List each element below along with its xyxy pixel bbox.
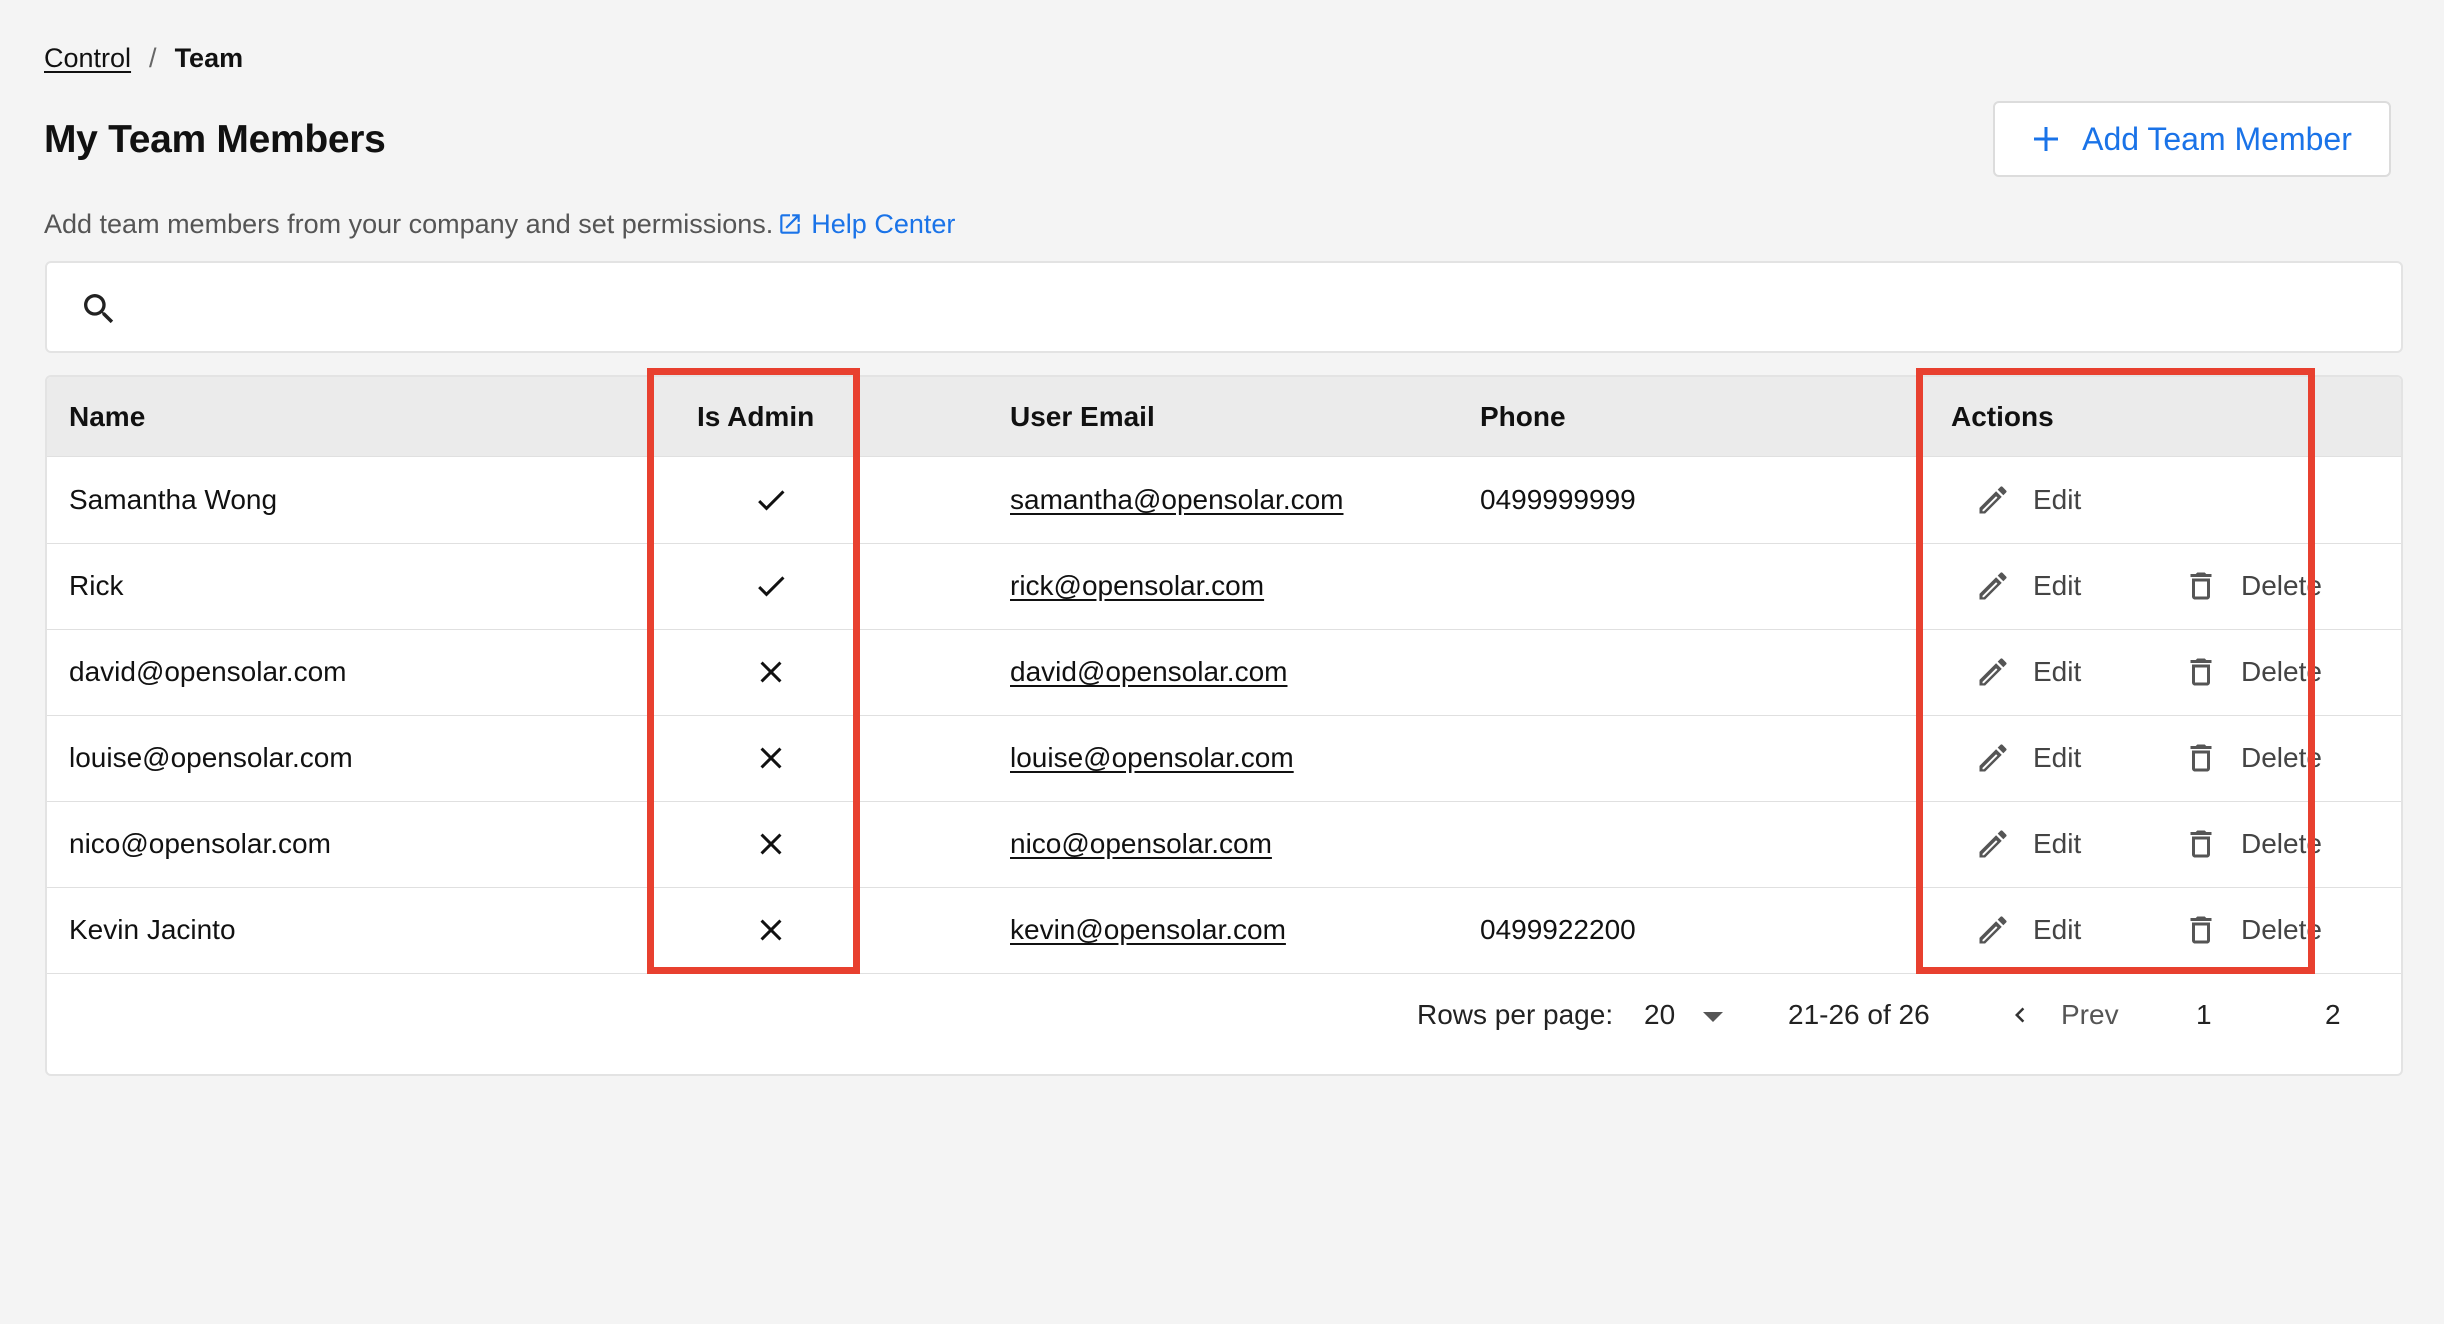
member-name: Rick	[69, 570, 124, 601]
table-row: Samantha Wong samantha@opensolar.com 04999…	[47, 457, 2401, 544]
delete-label: Delete	[2241, 828, 2322, 859]
check-icon	[758, 490, 785, 511]
rows-per-page-label: Rows per page:	[1417, 999, 1614, 1030]
help-center-link[interactable]: Help Center	[777, 206, 955, 242]
pencil-icon	[1979, 744, 2007, 772]
pencil-icon	[1979, 658, 2007, 686]
table-row: nico@opensolar.com nico@opensolar.com Edit…	[47, 801, 2401, 888]
delete-button[interactable]: Delete	[2183, 629, 2322, 715]
page-2-button[interactable]: 2	[2325, 960, 2341, 1070]
plus-icon	[2034, 127, 2059, 151]
table-header: Name Is Admin User Email Phone Actions	[47, 377, 2401, 457]
team-page: Control / Team My Team Members Add Team …	[0, 0, 2444, 1324]
search-icon	[84, 294, 114, 324]
description-text: Add team members from your company and s…	[44, 209, 774, 239]
edit-button[interactable]: Edit	[1975, 457, 2081, 543]
page-1-button[interactable]: 1	[2196, 960, 2212, 1070]
add-team-member-label: Add Team Member	[2082, 120, 2352, 157]
member-name: david@opensolar.com	[69, 656, 347, 687]
search-input[interactable]	[143, 277, 2367, 339]
member-name: louise@opensolar.com	[69, 742, 353, 773]
edit-button[interactable]: Edit	[1975, 715, 2081, 801]
breadcrumb-separator: /	[149, 43, 157, 73]
trash-icon	[2190, 572, 2212, 600]
member-phone: 0499999999	[1480, 484, 1636, 515]
edit-label: Edit	[2033, 914, 2082, 945]
caret-down-icon	[1703, 1012, 1724, 1022]
trash-icon	[2190, 916, 2212, 944]
delete-label: Delete	[2241, 914, 2322, 945]
table-row: Rick rick@opensolar.com Edit Delete	[47, 543, 2401, 630]
member-email-link[interactable]: nico@opensolar.com	[1010, 801, 1272, 887]
pencil-icon	[1979, 572, 2007, 600]
delete-label: Delete	[2241, 656, 2322, 687]
column-header-phone[interactable]: Phone	[1480, 377, 1566, 456]
add-team-member-button[interactable]: Add Team Member	[1993, 101, 2391, 177]
team-members-table: Name Is Admin User Email Phone Actions S…	[45, 375, 2403, 1076]
edit-label: Edit	[2033, 656, 2082, 687]
close-icon	[760, 919, 782, 941]
column-header-actions: Actions	[1951, 401, 2054, 432]
breadcrumb-current: Team	[174, 43, 244, 73]
delete-button[interactable]: Delete	[2183, 543, 2322, 629]
rows-per-page-value: 20	[1644, 999, 1676, 1030]
pencil-icon	[1979, 486, 2007, 514]
column-header-email[interactable]: User Email	[1010, 377, 1155, 456]
edit-label: Edit	[2033, 828, 2082, 859]
help-center-label: Help Center	[811, 209, 956, 239]
delete-label: Delete	[2241, 570, 2322, 601]
pencil-icon	[1979, 916, 2007, 944]
delete-button[interactable]: Delete	[2183, 801, 2322, 887]
close-icon	[760, 747, 782, 769]
search-bar	[45, 261, 2403, 353]
edit-label: Edit	[2033, 484, 2082, 515]
member-email-link[interactable]: louise@opensolar.com	[1010, 715, 1294, 801]
member-name: nico@opensolar.com	[69, 828, 331, 859]
edit-button[interactable]: Edit	[1975, 801, 2081, 887]
delete-label: Delete	[2241, 742, 2322, 773]
page-description: Add team members from your company and s…	[44, 206, 955, 242]
page-title: My Team Members	[44, 118, 386, 161]
member-email-link[interactable]: samantha@opensolar.com	[1010, 457, 1344, 543]
edit-button[interactable]: Edit	[1975, 629, 2081, 715]
prev-label: Prev	[2061, 999, 2119, 1030]
pagination: Rows per page: 20 21-26 of 26 Prev 1 2	[47, 960, 2401, 1070]
pagination-range: 21-26 of 26	[1788, 999, 1930, 1030]
edit-button[interactable]: Edit	[1975, 543, 2081, 629]
column-header-is-admin[interactable]: Is Admin	[697, 377, 814, 456]
check-icon	[758, 576, 785, 597]
column-header-name[interactable]: Name	[69, 377, 145, 456]
pencil-icon	[1979, 830, 2007, 858]
trash-icon	[2190, 830, 2212, 858]
external-link-icon	[780, 214, 801, 234]
table-row: louise@opensolar.com louise@opensolar.com…	[47, 715, 2401, 802]
member-email-link[interactable]: david@opensolar.com	[1010, 629, 1287, 715]
prev-page-button[interactable]: Prev	[2005, 960, 2119, 1070]
trash-icon	[2190, 658, 2212, 686]
edit-label: Edit	[2033, 742, 2082, 773]
member-email-link[interactable]: rick@opensolar.com	[1010, 543, 1264, 629]
rows-per-page-select[interactable]: 20	[1644, 960, 1724, 1070]
member-name: Samantha Wong	[69, 484, 278, 515]
breadcrumb: Control / Team	[44, 40, 243, 76]
chevron-left-icon	[2015, 1007, 2025, 1023]
table-row: david@opensolar.com david@opensolar.com Ed…	[47, 629, 2401, 716]
delete-button[interactable]: Delete	[2183, 715, 2322, 801]
close-icon	[760, 661, 782, 683]
breadcrumb-control-link[interactable]: Control	[44, 40, 131, 76]
trash-icon	[2190, 744, 2212, 772]
edit-label: Edit	[2033, 570, 2082, 601]
close-icon	[760, 833, 782, 855]
